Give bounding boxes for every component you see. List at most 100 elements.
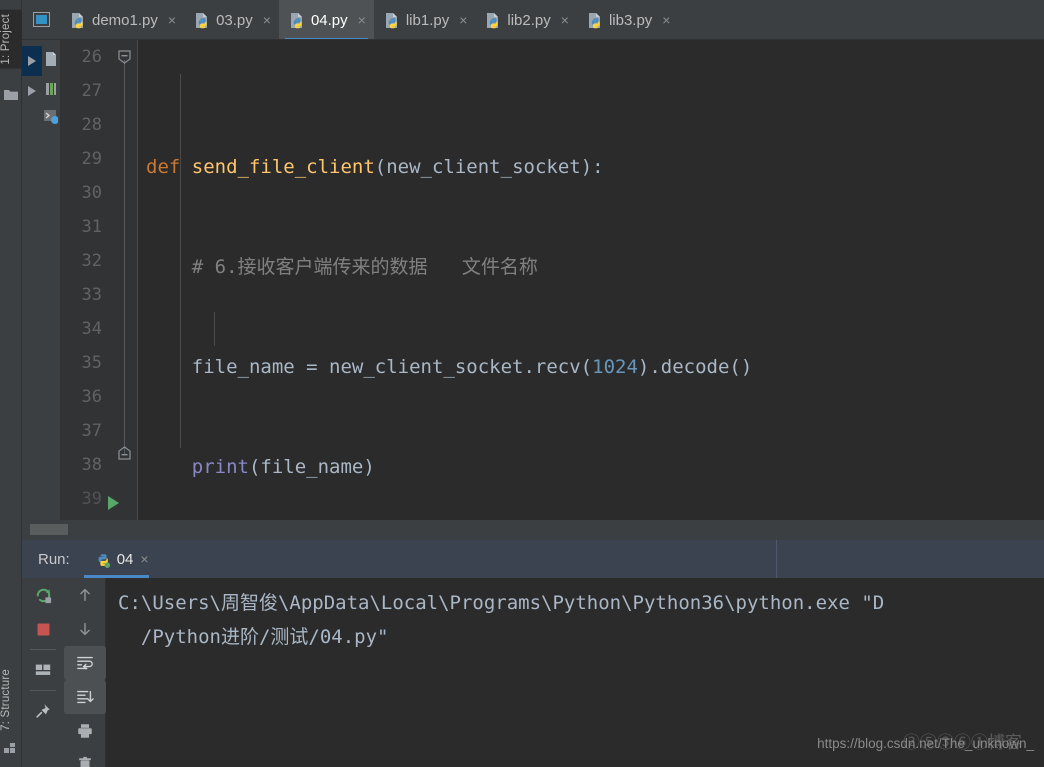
code-line-29[interactable]: print(file_name): [138, 450, 1044, 484]
run-toolbar-column-right: [64, 578, 106, 767]
close-icon[interactable]: ×: [459, 13, 467, 27]
folder-icon: [4, 88, 18, 102]
run-panel-label: Run:: [38, 550, 70, 568]
run-triangle-icon: [28, 86, 36, 96]
editor-tab-lib2[interactable]: lib2.py ×: [475, 0, 577, 39]
code-folding-gutter: [110, 40, 138, 520]
stop-button[interactable]: [22, 612, 64, 646]
run-main-triangle-icon[interactable]: [108, 496, 119, 510]
scroll-to-end-button[interactable]: [64, 680, 106, 714]
editor-horizontal-scrollbar[interactable]: [22, 520, 1044, 540]
editor-run-gutter: [22, 40, 42, 520]
run-toolbar-column-left: [22, 578, 64, 767]
editor-run-gutter-icons: [42, 40, 60, 520]
soft-wrap-icon: [77, 656, 93, 670]
line-number: 32: [81, 251, 102, 271]
editor-tab-03[interactable]: 03.py ×: [184, 0, 279, 39]
token-plain: (file_name): [248, 456, 375, 478]
editor-tab-lib1[interactable]: lib1.py ×: [374, 0, 476, 39]
python-run-icon: [94, 551, 110, 568]
token-builtin: print: [191, 456, 249, 478]
python-file-icon: [485, 12, 501, 29]
console-line: /Python进阶/测试/04.py": [118, 626, 389, 648]
left-tool-strip: 1: Project 7: Structure: [0, 0, 22, 767]
line-number: 30: [81, 183, 102, 203]
document-icon[interactable]: [44, 52, 58, 66]
run-configuration-tab[interactable]: 04 ×: [83, 540, 159, 578]
structure-grid-icon: [4, 741, 18, 755]
pin-icon: [36, 704, 50, 718]
close-icon[interactable]: ×: [561, 13, 569, 27]
fold-expand-icon[interactable]: [118, 446, 131, 460]
token-number: 1024: [592, 356, 638, 378]
python-file-icon: [70, 12, 86, 29]
sidebar-item-structure[interactable]: 7: Structure: [0, 665, 22, 735]
soft-wrap-button[interactable]: [64, 646, 106, 680]
coverage-bars-icon[interactable]: [44, 82, 58, 96]
up-button[interactable]: [64, 578, 106, 612]
close-icon[interactable]: ×: [168, 13, 176, 27]
line-number: 38: [81, 455, 102, 475]
line-number: 26: [81, 47, 102, 67]
editor-tab-label: demo1.py: [92, 11, 158, 29]
window-icon[interactable]: [32, 12, 50, 27]
indent-guide: [214, 312, 215, 346]
python-file-icon: [194, 12, 210, 29]
print-button[interactable]: [64, 714, 106, 748]
console-icon[interactable]: [44, 110, 59, 124]
line-number: 37: [81, 421, 102, 441]
code-line-26[interactable]: def send_file_client(new_client_socket):: [138, 150, 1044, 184]
print-icon: [78, 724, 92, 738]
code-editor[interactable]: 26 27 28 29 30 31 32 33 34 35 36 37 38 3…: [60, 40, 1044, 520]
clear-all-button[interactable]: [64, 748, 106, 767]
run-marker-row-selected[interactable]: [22, 46, 42, 76]
editor-tab-04[interactable]: 04.py ×: [278, 0, 374, 39]
code-line-28[interactable]: file_name = new_client_socket.recv(1024)…: [138, 350, 1044, 384]
editor-tab-label: lib3.py: [608, 11, 653, 29]
python-file-icon: [384, 12, 400, 29]
layout-button[interactable]: [22, 653, 64, 687]
run-tab-label: 04: [116, 550, 134, 568]
token-plain: ).decode(): [637, 356, 753, 378]
token-keyword: def: [146, 156, 192, 178]
line-number: 28: [81, 115, 102, 135]
sidebar-item-project[interactable]: 1: Project: [0, 10, 22, 69]
pin-button[interactable]: [22, 694, 64, 728]
editor-tab-label: 03.py: [216, 11, 253, 29]
close-icon[interactable]: ×: [140, 551, 148, 567]
run-panel-header: Run: 04 ×: [22, 540, 1044, 578]
run-marker-row[interactable]: [22, 76, 42, 106]
tab-bar-leading: [22, 0, 60, 39]
fold-collapse-icon[interactable]: [118, 50, 131, 64]
code-line-27[interactable]: # 6.接收客户端传来的数据 文件名称: [138, 250, 1044, 284]
token-plain: (new_client_socket):: [374, 156, 604, 178]
scrollbar-thumb[interactable]: [30, 524, 68, 535]
close-icon[interactable]: ×: [263, 13, 271, 27]
layout-icon: [35, 664, 51, 675]
editor-tab-lib3[interactable]: lib3.py ×: [577, 0, 679, 39]
line-number: 36: [81, 387, 102, 407]
token-comment: # 6.接收客户端传来的数据 文件名称: [146, 256, 538, 278]
toolbar-separator: [30, 649, 56, 650]
run-triangle-icon: [28, 56, 36, 66]
editor-tab-demo1[interactable]: demo1.py ×: [60, 0, 184, 39]
rerun-icon: [36, 588, 51, 603]
run-header-separator: [776, 540, 777, 578]
python-file-icon: [289, 12, 305, 29]
line-number: 39: [81, 489, 102, 509]
toolbar-separator: [30, 690, 56, 691]
rerun-button[interactable]: [22, 578, 64, 612]
close-icon[interactable]: ×: [358, 13, 366, 27]
token-plain: file_name = new_client_socket.recv(: [146, 356, 593, 378]
down-button[interactable]: [64, 612, 106, 646]
line-number-gutter: 26 27 28 29 30 31 32 33 34 35 36 37 38 3…: [60, 40, 110, 520]
run-tool-window: Run: 04 × C:\Users\周智俊\AppData\Local\Pro…: [22, 540, 1044, 767]
run-console-output[interactable]: C:\Users\周智俊\AppData\Local\Programs\Pyth…: [106, 578, 1044, 767]
close-icon[interactable]: ×: [662, 13, 670, 27]
code-content[interactable]: def send_file_client(new_client_socket):…: [138, 40, 1044, 520]
editor-tab-label: lib1.py: [405, 11, 450, 29]
trash-icon: [79, 756, 91, 767]
console-line: C:\Users\周智俊\AppData\Local\Programs\Pyth…: [118, 592, 885, 614]
fold-region-line: [124, 60, 125, 454]
